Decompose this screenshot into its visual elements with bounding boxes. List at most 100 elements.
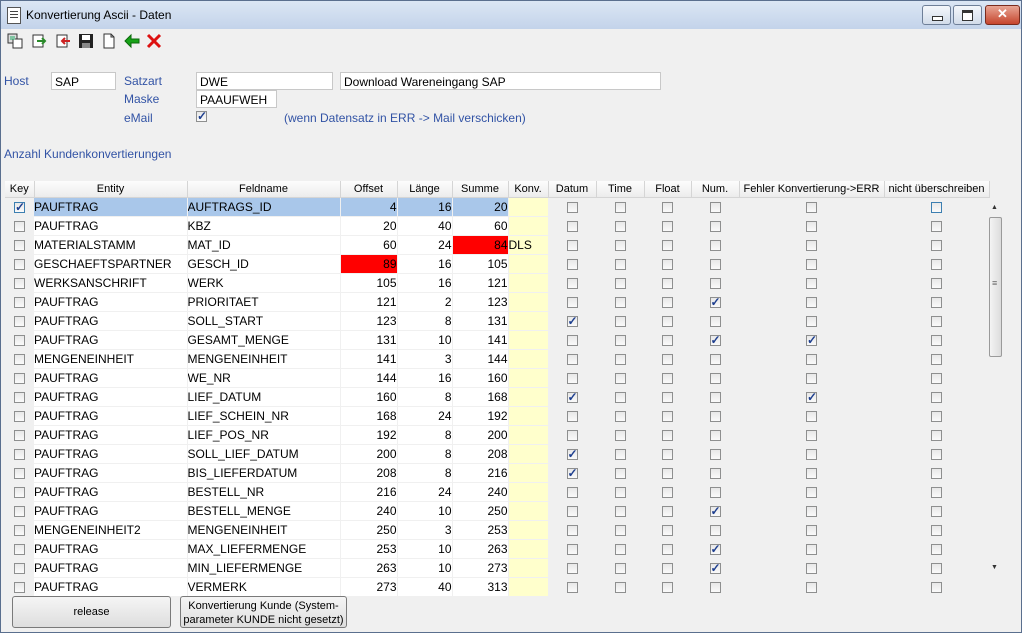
offset-cell[interactable]: 105 (340, 273, 398, 293)
laenge-cell[interactable]: 3 (397, 520, 453, 540)
table-row[interactable]: PAUFTRAG PRIORITAET 121 2 123 (5, 292, 989, 312)
konv-cell[interactable] (508, 520, 548, 540)
datum-checkbox[interactable] (566, 466, 578, 480)
nicht-checkbox[interactable] (931, 506, 942, 518)
table-row[interactable]: PAUFTRAG MIN_LIEFERMENGE 263 10 273 (5, 558, 989, 578)
time-checkbox[interactable] (614, 259, 626, 271)
entity-cell[interactable]: PAUFTRAG (34, 425, 188, 445)
summe-cell[interactable]: 131 (452, 311, 509, 331)
table-row[interactable]: PAUFTRAG LIEF_DATUM 160 8 168 (5, 387, 989, 407)
float-checkbox[interactable] (662, 240, 673, 252)
summe-cell[interactable]: 200 (452, 425, 509, 445)
err-checkbox[interactable] (806, 563, 817, 575)
summe-cell[interactable]: 144 (452, 349, 509, 369)
satzart-description-field[interactable]: Download Wareneingang SAP (340, 72, 661, 90)
offset-cell[interactable]: 216 (340, 482, 398, 502)
summe-cell[interactable]: 84 (452, 235, 509, 255)
key-checkbox[interactable] (14, 449, 25, 461)
datum-checkbox[interactable] (566, 544, 578, 556)
err-checkbox[interactable] (806, 582, 817, 594)
summe-cell[interactable]: 60 (452, 216, 509, 236)
host-field[interactable]: SAP (51, 72, 116, 90)
key-checkbox[interactable] (14, 487, 25, 499)
maximize-button[interactable] (953, 5, 982, 25)
laenge-cell[interactable]: 40 (397, 577, 453, 597)
nicht-checkbox[interactable] (931, 449, 942, 461)
konv-cell[interactable] (508, 558, 548, 578)
close-button[interactable] (985, 5, 1020, 25)
err-checkbox[interactable] (806, 316, 817, 328)
email-checkbox[interactable] (196, 109, 207, 123)
datum-checkbox[interactable] (566, 582, 578, 594)
summe-cell[interactable]: 240 (452, 482, 509, 502)
table-row[interactable]: PAUFTRAG SOLL_LIEF_DATUM 200 8 208 (5, 444, 989, 464)
konv-cell[interactable] (508, 387, 548, 407)
summe-cell[interactable]: 313 (452, 577, 509, 597)
key-checkbox[interactable] (14, 373, 25, 385)
summe-cell[interactable]: 208 (452, 444, 509, 464)
float-checkbox[interactable] (662, 202, 673, 214)
summe-cell[interactable]: 192 (452, 406, 509, 426)
konv-cell[interactable] (508, 273, 548, 293)
num-checkbox[interactable] (709, 278, 721, 290)
num-checkbox[interactable] (709, 525, 721, 537)
err-checkbox[interactable] (806, 259, 817, 271)
num-checkbox[interactable] (709, 316, 721, 328)
nicht-checkbox[interactable] (931, 525, 942, 537)
laenge-cell[interactable]: 8 (397, 444, 453, 464)
offset-cell[interactable]: 141 (340, 349, 398, 369)
laenge-cell[interactable]: 16 (397, 368, 453, 388)
summe-cell[interactable]: 123 (452, 292, 509, 312)
time-checkbox[interactable] (614, 297, 626, 309)
entity-cell[interactable]: WERKSANSCHRIFT (34, 273, 188, 293)
konv-cell[interactable]: DLS (508, 235, 548, 255)
err-checkbox[interactable] (806, 354, 817, 366)
float-checkbox[interactable] (662, 544, 673, 556)
offset-cell[interactable]: 121 (340, 292, 398, 312)
laenge-cell[interactable]: 8 (397, 463, 453, 483)
float-checkbox[interactable] (662, 449, 673, 461)
datum-checkbox[interactable] (566, 487, 578, 499)
float-checkbox[interactable] (662, 259, 673, 271)
time-checkbox[interactable] (614, 392, 626, 404)
offset-cell[interactable]: 200 (340, 444, 398, 464)
num-checkbox[interactable] (709, 373, 721, 385)
feldname-cell[interactable]: MENGENEINHEIT (187, 520, 341, 540)
err-checkbox[interactable] (806, 240, 817, 252)
nicht-checkbox[interactable] (931, 563, 942, 575)
offset-cell[interactable]: 240 (340, 501, 398, 521)
key-checkbox[interactable] (14, 506, 25, 518)
nicht-checkbox[interactable] (931, 487, 942, 499)
num-checkbox[interactable] (709, 240, 721, 252)
feldname-cell[interactable]: MAX_LIEFERMENGE (187, 539, 341, 559)
datum-checkbox[interactable] (566, 447, 578, 461)
feldname-cell[interactable]: SOLL_LIEF_DATUM (187, 444, 341, 464)
float-checkbox[interactable] (662, 525, 673, 537)
datum-checkbox[interactable] (566, 335, 578, 347)
nicht-checkbox[interactable] (931, 259, 942, 271)
offset-cell[interactable]: 123 (340, 311, 398, 331)
feldname-cell[interactable]: WE_NR (187, 368, 341, 388)
entity-cell[interactable]: PAUFTRAG (34, 539, 188, 559)
err-checkbox[interactable] (806, 544, 817, 556)
column-header[interactable]: Time (596, 181, 645, 198)
num-checkbox[interactable] (709, 259, 721, 271)
export-icon[interactable] (31, 33, 49, 51)
datum-checkbox[interactable] (566, 411, 578, 423)
table-row[interactable]: PAUFTRAGAUFTRAGS_ID41620 (5, 197, 989, 217)
summe-cell[interactable]: 216 (452, 463, 509, 483)
entity-cell[interactable]: MENGENEINHEIT (34, 349, 188, 369)
nicht-checkbox[interactable] (931, 316, 942, 328)
float-checkbox[interactable] (662, 563, 673, 575)
table-row[interactable]: PAUFTRAG LIEF_POS_NR 192 8 200 (5, 425, 989, 445)
entity-cell[interactable]: PAUFTRAG (34, 501, 188, 521)
key-checkbox[interactable] (14, 335, 25, 347)
table-row[interactable]: PAUFTRAG MAX_LIEFERMENGE 253 10 263 (5, 539, 989, 559)
err-checkbox[interactable] (806, 449, 817, 461)
offset-cell[interactable]: 60 (340, 235, 398, 255)
time-checkbox[interactable] (614, 430, 626, 442)
konv-cell[interactable] (508, 254, 548, 274)
key-checkbox[interactable] (14, 297, 25, 309)
nicht-checkbox[interactable] (931, 240, 942, 252)
feldname-cell[interactable]: AUFTRAGS_ID (187, 197, 341, 217)
